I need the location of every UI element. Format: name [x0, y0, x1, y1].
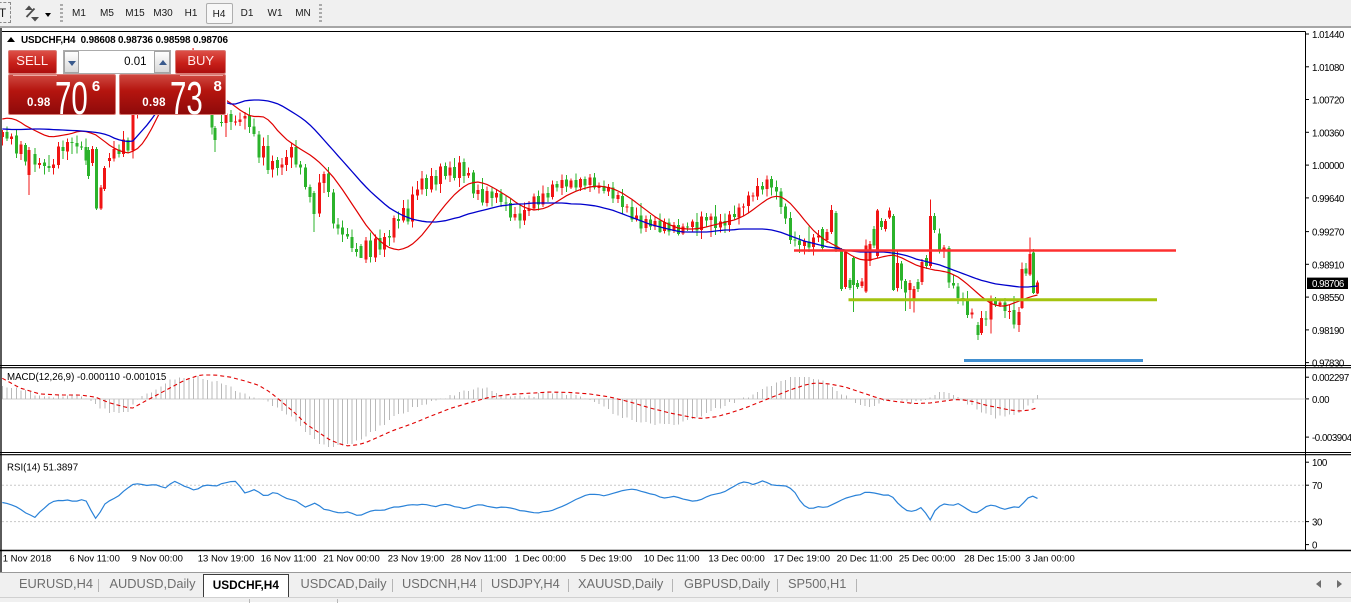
svg-text:1 Nov 2018: 1 Nov 2018: [3, 554, 52, 565]
svg-text:100: 100: [1312, 458, 1328, 469]
svg-text:20 Dec 11:00: 20 Dec 11:00: [837, 554, 893, 565]
svg-text:10 Dec 11:00: 10 Dec 11:00: [644, 554, 700, 565]
svg-text:21 Nov 00:00: 21 Nov 00:00: [323, 554, 380, 565]
svg-text:-0.003904: -0.003904: [1312, 433, 1351, 444]
svg-text:1.01080: 1.01080: [1312, 63, 1345, 74]
svg-text:0.00: 0.00: [1312, 395, 1330, 406]
svg-text:70: 70: [1312, 481, 1323, 492]
svg-text:1.01440: 1.01440: [1312, 30, 1345, 41]
svg-text:1.00720: 1.00720: [1312, 96, 1345, 107]
svg-text:0.99270: 0.99270: [1312, 228, 1345, 239]
svg-text:1 Dec 00:00: 1 Dec 00:00: [515, 554, 566, 565]
svg-text:16 Nov 11:00: 16 Nov 11:00: [261, 554, 317, 565]
svg-text:0.97830: 0.97830: [1312, 359, 1345, 370]
svg-text:0.002297: 0.002297: [1312, 373, 1349, 384]
svg-text:5 Dec 19:00: 5 Dec 19:00: [581, 554, 632, 565]
svg-text:17 Dec 19:00: 17 Dec 19:00: [774, 554, 831, 565]
svg-text:23 Nov 19:00: 23 Nov 19:00: [388, 554, 445, 565]
svg-text:28 Nov 11:00: 28 Nov 11:00: [451, 554, 507, 565]
svg-text:6 Nov 11:00: 6 Nov 11:00: [69, 554, 120, 565]
svg-text:0.98910: 0.98910: [1312, 260, 1345, 271]
svg-text:1.00000: 1.00000: [1312, 161, 1345, 172]
svg-text:28 Dec 15:00: 28 Dec 15:00: [964, 554, 1021, 565]
svg-text:0.98706: 0.98706: [1312, 279, 1344, 290]
svg-text:0.99640: 0.99640: [1312, 194, 1345, 205]
svg-text:0.98190: 0.98190: [1312, 326, 1345, 337]
svg-text:RSI(14) 51.3897: RSI(14) 51.3897: [7, 463, 78, 474]
svg-text:MACD(12,26,9) -0.000110 -0.001: MACD(12,26,9) -0.000110 -0.001015: [7, 372, 166, 383]
svg-text:9 Nov 00:00: 9 Nov 00:00: [132, 554, 183, 565]
svg-text:30: 30: [1312, 518, 1323, 529]
svg-text:0.98550: 0.98550: [1312, 293, 1345, 304]
svg-text:13 Dec 00:00: 13 Dec 00:00: [708, 554, 765, 565]
svg-text:13 Nov 19:00: 13 Nov 19:00: [198, 554, 255, 565]
svg-text:3 Jan 00:00: 3 Jan 00:00: [1025, 554, 1075, 565]
svg-text:1.00360: 1.00360: [1312, 128, 1345, 139]
svg-text:25 Dec 00:00: 25 Dec 00:00: [899, 554, 956, 565]
